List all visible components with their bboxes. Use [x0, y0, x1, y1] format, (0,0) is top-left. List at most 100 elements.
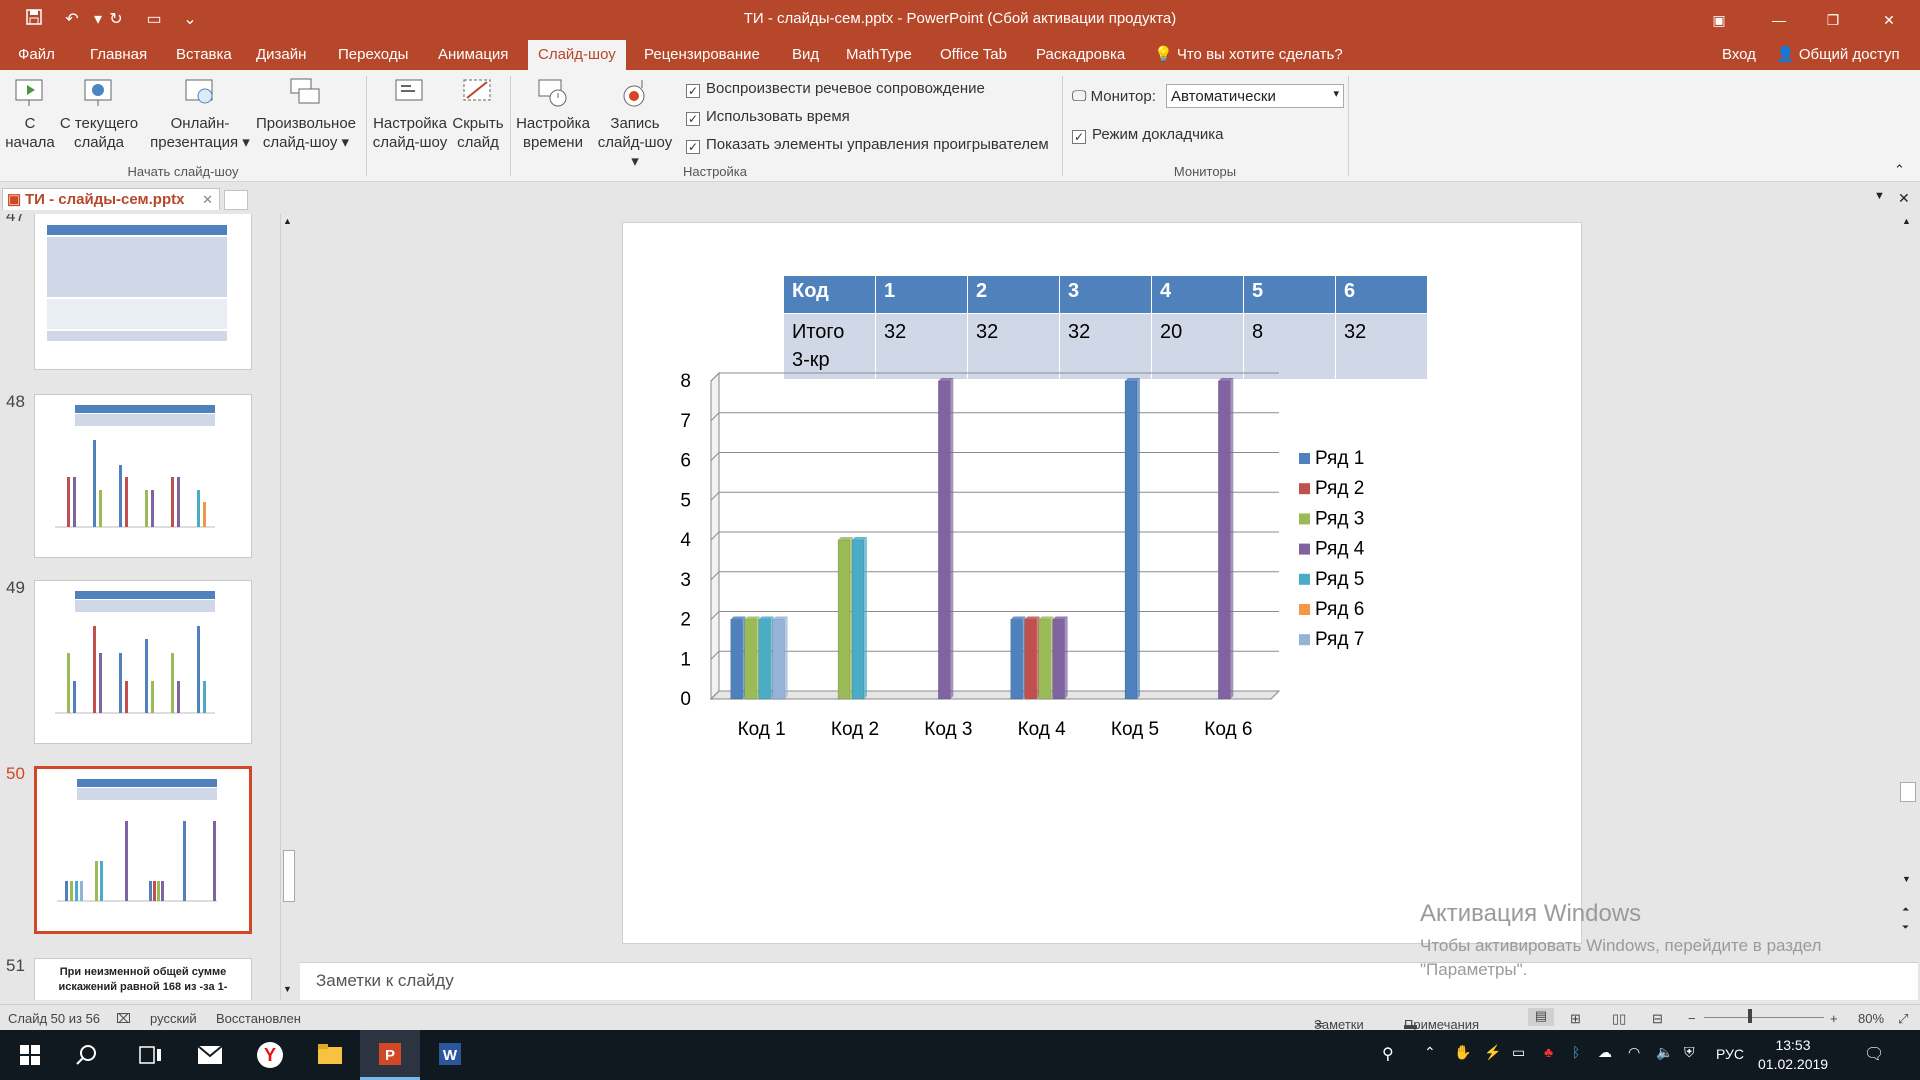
tab-insert[interactable]: Вставка — [166, 40, 242, 70]
tab-review[interactable]: Рецензирование — [634, 40, 770, 70]
legend-swatch — [1299, 573, 1310, 585]
tray-app-icon[interactable]: ⚡ — [1484, 1044, 1501, 1061]
collapse-ribbon-icon[interactable]: ⌃ — [1894, 162, 1905, 178]
powerpoint-taskbar-icon[interactable]: P — [360, 1030, 420, 1080]
presenter-view-checkbox[interactable]: ✓ Режим докладчика — [1072, 126, 1224, 144]
tab-transitions[interactable]: Переходы — [328, 40, 418, 70]
checkbox-checked-icon: ✓ — [686, 112, 700, 126]
record-icon — [618, 76, 652, 110]
recovered-status: Восстановлен — [216, 1011, 301, 1026]
scroll-up-icon[interactable]: ▲ — [1902, 216, 1911, 226]
rehearse-timings-button[interactable]: Настройка времени — [512, 76, 594, 152]
record-slideshow-button[interactable]: Запись слайд-шоу ▾ — [594, 76, 676, 171]
sign-in-link[interactable]: Вход — [1712, 40, 1766, 70]
scroll-up-icon[interactable]: ▲ — [283, 216, 292, 226]
volume-icon[interactable]: 🔈 — [1656, 1044, 1673, 1061]
slide-thumbnail-47[interactable] — [34, 214, 252, 370]
group-divider — [366, 76, 367, 176]
next-slide-icon[interactable]: ⏷ — [1902, 922, 1909, 933]
close-all-icon[interactable]: ✕ — [1898, 190, 1910, 207]
slide-sorter-icon[interactable]: ⊞ — [1570, 1011, 1581, 1027]
tab-storyboard[interactable]: Раскадровка — [1026, 40, 1135, 70]
current-slide[interactable]: Код 1 2 3 4 5 6 Итого 3-кр 32 32 32 20 8 … — [622, 222, 1582, 944]
setup-slideshow-button[interactable]: Настройка слайд-шоу — [370, 76, 450, 152]
tell-me-box[interactable]: 💡 Что вы хотите сделать? — [1144, 40, 1353, 70]
word-taskbar-icon[interactable]: W — [420, 1030, 480, 1080]
input-language[interactable]: РУС — [1716, 1046, 1744, 1062]
bluetooth-icon[interactable]: ᛒ — [1572, 1044, 1580, 1060]
zoom-in-icon[interactable]: + — [1830, 1011, 1838, 1026]
online-presentation-button[interactable]: Онлайн- презентация ▾ — [144, 76, 256, 152]
fit-to-window-icon[interactable]: ⤢ — [1898, 1011, 1908, 1027]
normal-view-icon[interactable]: ▤ — [1528, 1008, 1554, 1026]
language-indicator[interactable]: русский — [150, 1011, 197, 1026]
minimize-icon[interactable]: — — [1756, 0, 1802, 40]
spellcheck-icon[interactable]: ⌧ — [116, 1011, 131, 1027]
tray-app-icon[interactable]: ♣ — [1544, 1044, 1553, 1060]
show-hidden-icons-icon[interactable]: ⌃ — [1424, 1044, 1436, 1061]
onedrive-icon[interactable]: ☁ — [1598, 1044, 1612, 1061]
defender-icon[interactable]: ⛨ — [1684, 1044, 1695, 1061]
zoom-slider-thumb[interactable] — [1748, 1009, 1752, 1023]
previous-slide-icon[interactable]: ⏶ — [1902, 904, 1909, 915]
mail-icon[interactable] — [180, 1030, 240, 1080]
tab-home[interactable]: Главная — [80, 40, 157, 70]
tab-file[interactable]: Файл — [8, 40, 65, 70]
restore-icon[interactable]: ❐ — [1810, 0, 1856, 40]
scroll-down-icon[interactable]: ▼ — [283, 984, 292, 994]
slideshow-view-icon[interactable]: ⊟ — [1652, 1011, 1663, 1027]
tab-mathtype[interactable]: MathType — [836, 40, 922, 70]
from-beginning-button[interactable]: С начала — [4, 76, 56, 152]
chart-bar-side — [1230, 378, 1234, 699]
file-explorer-icon[interactable] — [300, 1030, 360, 1080]
from-current-slide-button[interactable]: С текущего слайда — [58, 76, 140, 152]
chart-gridline — [710, 412, 1279, 422]
scroll-down-icon[interactable]: ▼ — [1902, 874, 1911, 884]
checkbox-checked-icon: ✓ — [1072, 130, 1086, 144]
thumbnails-scrollbar[interactable]: ▲ ▼ — [280, 214, 296, 1000]
slide-thumbnail-51[interactable]: При неизменной общей сумме искажений рав… — [34, 958, 252, 1000]
slide-thumbnail-50[interactable] — [34, 766, 252, 934]
task-view-icon[interactable] — [120, 1030, 180, 1080]
new-tab-button[interactable] — [224, 190, 248, 210]
custom-slideshow-button[interactable]: Произвольное слайд-шоу ▾ — [254, 76, 358, 152]
tab-view[interactable]: Вид — [782, 40, 829, 70]
bar-chart: 0 1 2 3 4 5 6 7 8 Код 1 Код 2 Код 3 Код 4 Код 5 Код 6 Р… — [680, 371, 1364, 740]
zoom-out-icon[interactable]: − — [1688, 1011, 1696, 1026]
slide-thumbnail-49[interactable] — [34, 580, 252, 744]
tray-app-icon[interactable]: ✋ — [1454, 1044, 1471, 1061]
monitor-select[interactable]: Автоматически ▾ — [1166, 84, 1344, 108]
close-icon[interactable]: ✕ — [1866, 0, 1912, 40]
thumbnail-chart-preview — [57, 779, 217, 902]
clock[interactable]: 13:53 01.02.2019 — [1758, 1036, 1828, 1074]
tab-slideshow[interactable]: Слайд-шоу — [528, 40, 626, 70]
scroll-thumb[interactable] — [1900, 782, 1916, 802]
zoom-level[interactable]: 80% — [1858, 1011, 1884, 1026]
share-button[interactable]: 👤 Общий доступ — [1766, 40, 1910, 70]
narration-checkbox[interactable]: ✓ Воспроизвести речевое сопровождение — [686, 80, 985, 98]
slide-thumbnail-48[interactable] — [34, 394, 252, 558]
document-tab[interactable]: ▣ ТИ - слайды-сем.pptx ✕ — [2, 188, 220, 210]
slide-scrollbar[interactable]: ▲ ▼ ⏶ ⏷ — [1898, 214, 1918, 960]
reading-view-icon[interactable]: ▯▯ — [1612, 1011, 1626, 1027]
zoom-slider[interactable] — [1704, 1017, 1824, 1018]
yandex-browser-icon[interactable]: Y — [240, 1030, 300, 1080]
notifications-icon[interactable]: 🗨 — [1864, 1044, 1884, 1064]
use-timings-checkbox[interactable]: ✓ Использовать время — [686, 108, 850, 126]
ribbon-display-icon[interactable]: ▣ — [1696, 0, 1742, 40]
hide-slide-button[interactable]: Скрыть слайд — [450, 76, 506, 152]
wifi-icon[interactable]: ◠ — [1628, 1044, 1640, 1061]
tab-list-icon[interactable]: ▼ — [1874, 190, 1885, 202]
windows-start-icon[interactable] — [0, 1030, 60, 1080]
media-controls-checkbox[interactable]: ✓ Показать элементы управления проигрыват… — [686, 136, 1049, 154]
scroll-thumb[interactable] — [283, 850, 295, 902]
people-icon[interactable]: ⚲ — [1382, 1044, 1394, 1064]
tab-office-tab[interactable]: Office Tab — [930, 40, 1017, 70]
chart-bar-side — [950, 378, 954, 699]
search-icon[interactable] — [60, 1030, 120, 1080]
svg-text:P: P — [385, 1047, 395, 1064]
battery-icon[interactable]: ▭ — [1512, 1044, 1525, 1061]
tab-design[interactable]: Дизайн — [246, 40, 316, 70]
tab-animations[interactable]: Анимация — [428, 40, 518, 70]
close-tab-icon[interactable]: ✕ — [202, 189, 213, 211]
